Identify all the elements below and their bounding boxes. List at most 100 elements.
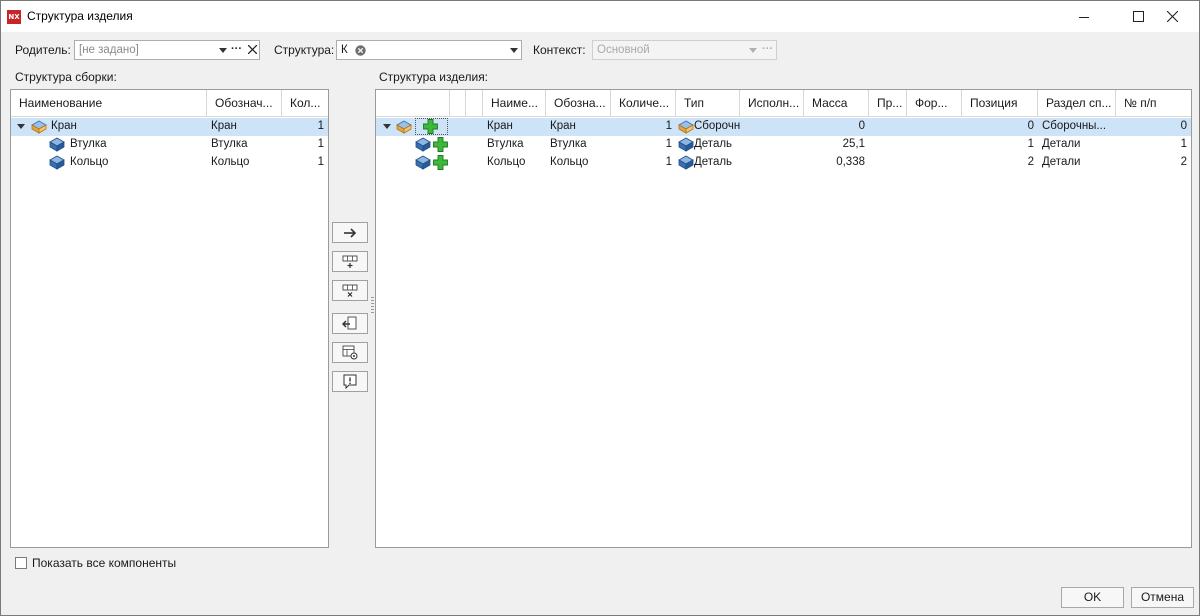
collapse-toggle-icon[interactable] xyxy=(17,124,25,129)
row-section: Детали xyxy=(1042,138,1081,150)
row-qty: 1 xyxy=(317,138,324,150)
delete-row-button[interactable] xyxy=(332,280,368,301)
row-designation: Втулка xyxy=(211,138,248,150)
row-name: Кольцо xyxy=(487,156,526,168)
parent-more-icon[interactable]: ··· xyxy=(231,43,242,55)
parent-clear-icon[interactable] xyxy=(248,45,257,54)
parent-label: Родитель: xyxy=(15,43,71,57)
row-name: Втулка xyxy=(70,138,107,150)
row-mass: 0 xyxy=(858,120,865,132)
insert-row-button[interactable] xyxy=(332,251,368,272)
row-section: Сборочны... xyxy=(1042,120,1107,132)
table-row[interactable]: Кольцо Кольцо 1 xyxy=(11,154,328,172)
parent-dropdown-icon[interactable] xyxy=(219,48,227,53)
part-icon xyxy=(415,137,431,152)
check-warnings-button[interactable] xyxy=(332,371,368,392)
row-section: Детали xyxy=(1042,156,1081,168)
col-number-header[interactable]: № п/п xyxy=(1116,90,1191,116)
table-row[interactable]: Втулка Втулка 1 xyxy=(11,136,328,154)
parent-field[interactable]: [не задано] ··· xyxy=(74,40,260,60)
row-position: 2 xyxy=(1027,156,1034,168)
assembly-icon xyxy=(678,120,694,134)
show-all-components-label[interactable]: Показать все компоненты xyxy=(32,556,176,570)
part-icon xyxy=(678,155,694,170)
close-button[interactable] xyxy=(1149,1,1195,32)
context-dropdown-icon xyxy=(749,48,757,53)
row-number: 2 xyxy=(1180,156,1187,168)
maximize-icon xyxy=(1132,11,1144,22)
row-type: Деталь xyxy=(694,138,733,150)
delete-row-icon xyxy=(342,284,358,297)
row-quantity: 1 xyxy=(665,156,672,168)
row-name: Кран xyxy=(487,120,513,132)
col-name-header[interactable]: Наиме... xyxy=(483,90,546,116)
col-flag1-header[interactable] xyxy=(450,90,466,116)
collapse-toggle-icon[interactable] xyxy=(383,124,391,129)
col-mass-header[interactable]: Масса xyxy=(804,90,869,116)
show-all-components-checkbox[interactable] xyxy=(15,557,27,569)
row-quantity: 1 xyxy=(665,138,672,150)
col-type-header[interactable]: Тип xyxy=(676,90,740,116)
table-row[interactable]: Кран Кран 1 xyxy=(11,118,328,136)
right-table-header: Наиме... Обозна... Количе... Тип Исполн.… xyxy=(376,90,1191,117)
row-type: Сборочн xyxy=(694,120,740,132)
row-number: 1 xyxy=(1180,138,1187,150)
col-quantity-header[interactable]: Количе... xyxy=(611,90,676,116)
table-row[interactable]: Кольцо Кольцо 1 Деталь 0,338 2 Детали 2 xyxy=(376,154,1191,172)
row-designation: Кран xyxy=(550,120,576,132)
part-icon xyxy=(415,155,431,170)
col-designation-header[interactable]: Обозна... xyxy=(546,90,611,116)
col-designation-header[interactable]: Обознач... xyxy=(207,90,282,116)
col-position-header[interactable]: Позиция xyxy=(962,90,1038,116)
assembly-structure-tree[interactable]: Наименование Обознач... Кол... Кран Кран… xyxy=(10,89,329,548)
cancel-button[interactable]: Отмена xyxy=(1131,587,1194,608)
structure-dropdown-icon[interactable] xyxy=(510,48,518,53)
structure-field[interactable]: К xyxy=(336,40,522,60)
col-tree-header xyxy=(376,90,450,116)
structure-clear-icon[interactable] xyxy=(355,45,366,56)
table-row[interactable]: Втулка Втулка 1 Деталь 25,1 1 Детали 1 xyxy=(376,136,1191,154)
row-mass: 0,338 xyxy=(836,156,865,168)
row-name: Втулка xyxy=(487,138,524,150)
arrow-right-icon xyxy=(344,227,357,238)
insert-row-icon xyxy=(342,255,358,268)
row-designation: Кран xyxy=(211,120,237,132)
row-designation: Втулка xyxy=(550,138,587,150)
context-more-icon: ··· xyxy=(762,43,773,55)
close-icon xyxy=(1166,11,1178,22)
replace-button[interactable] xyxy=(332,313,368,334)
ok-button[interactable]: OK xyxy=(1061,587,1124,608)
parent-placeholder: [не задано] xyxy=(79,44,139,56)
product-structure-table[interactable]: Наиме... Обозна... Количе... Тип Исполн.… xyxy=(375,89,1192,548)
table-gear-icon xyxy=(342,345,358,360)
col-name-header[interactable]: Наименование xyxy=(11,90,207,116)
panel-splitter-grip[interactable] xyxy=(371,297,374,313)
col-flag2-header[interactable] xyxy=(466,90,483,116)
row-mass: 25,1 xyxy=(842,138,865,150)
add-green-icon xyxy=(433,155,448,170)
table-settings-button[interactable] xyxy=(332,342,368,363)
right-panel-title: Структура изделия: xyxy=(379,70,489,84)
row-quantity: 1 xyxy=(665,120,672,132)
context-field: Основной ··· xyxy=(592,40,777,60)
col-execution-header[interactable]: Исполн... xyxy=(740,90,804,116)
col-note-header[interactable]: Пр... xyxy=(869,90,907,116)
title-bar: NX Структура изделия xyxy=(1,1,1199,32)
minimize-button[interactable] xyxy=(1061,1,1107,32)
row-type: Деталь xyxy=(694,156,733,168)
add-to-structure-button[interactable] xyxy=(332,222,368,243)
row-number: 0 xyxy=(1180,120,1187,132)
replace-icon xyxy=(342,316,357,330)
col-format-header[interactable]: Фор... xyxy=(907,90,962,116)
row-designation: Кольцо xyxy=(211,156,250,168)
context-placeholder: Основной xyxy=(597,44,650,56)
row-name: Кран xyxy=(51,120,77,132)
part-icon xyxy=(678,137,694,152)
window-title: Структура изделия xyxy=(27,9,133,23)
col-qty-header[interactable]: Кол... xyxy=(282,90,328,116)
col-section-header[interactable]: Раздел сп... xyxy=(1038,90,1116,116)
row-designation: Кольцо xyxy=(550,156,589,168)
left-table-header: Наименование Обознач... Кол... xyxy=(11,90,328,117)
left-panel-title: Структура сборки: xyxy=(15,70,117,84)
table-row[interactable]: Кран Кран 1 Сборочн 0 0 Сборочны... 0 xyxy=(376,118,1191,136)
